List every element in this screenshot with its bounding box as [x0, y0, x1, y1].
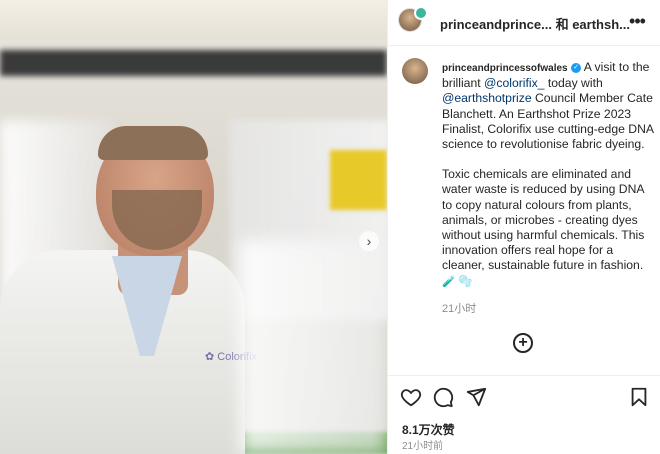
caption-emoji: 🧪 🫧: [442, 275, 473, 288]
caption-paragraph-2-text: Toxic chemicals are eliminated and water…: [442, 167, 645, 273]
add-comment-icon[interactable]: +: [513, 333, 533, 353]
send-icon[interactable]: [465, 386, 487, 408]
bookmark-icon[interactable]: [628, 386, 650, 408]
ceiling: [0, 0, 387, 40]
post-image[interactable]: ✿ Colorifix: [0, 0, 387, 454]
collab-avatars[interactable]: [398, 6, 428, 36]
post-timestamp: 21小时前: [402, 441, 444, 452]
likes-count[interactable]: 8.1万次赞: [402, 421, 455, 438]
mention-earthshot[interactable]: @earthshotprize: [442, 91, 532, 105]
caption-paragraph-2: Toxic chemicals are eliminated and water…: [442, 167, 656, 290]
caption-text: princeandprincessofwales ✓ A visit to th…: [442, 60, 656, 290]
post-header: princeandprince... 和 earthsh... •••: [388, 0, 660, 46]
hair: [98, 126, 208, 160]
yellow-sign: [330, 150, 387, 210]
mention-colorifix[interactable]: @colorifix_: [484, 76, 544, 90]
caption-username[interactable]: princeandprincessofwales: [442, 63, 568, 74]
comment-icon[interactable]: [432, 386, 454, 408]
more-horizontal-icon[interactable]: •••: [628, 11, 646, 31]
foreground-blur: [240, 240, 387, 454]
heart-icon[interactable]: [400, 386, 422, 408]
post-author-title[interactable]: princeandprince... 和 earthsh...: [440, 14, 630, 33]
caption-part2: today with: [544, 76, 603, 91]
collab-avatar[interactable]: [414, 6, 428, 20]
lab-beam: [0, 50, 387, 76]
chevron-right-icon[interactable]: ›: [359, 231, 379, 251]
post-sidebar: princeandprince... 和 earthsh... ••• prin…: [387, 0, 660, 454]
caption-avatar[interactable]: [402, 58, 428, 84]
action-bar: [388, 375, 660, 419]
verified-badge-icon: ✓: [571, 62, 581, 73]
caption-timestamp[interactable]: 21小时: [442, 300, 476, 316]
